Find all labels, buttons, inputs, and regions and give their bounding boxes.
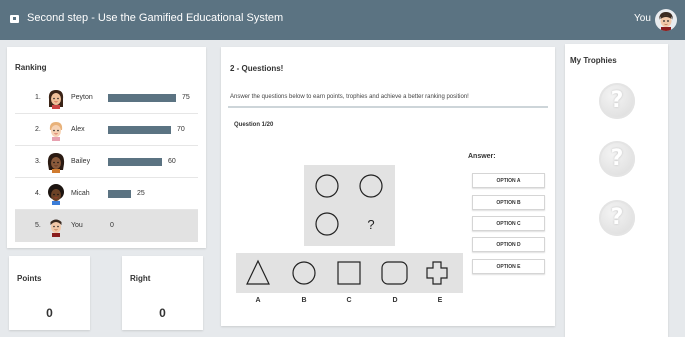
locked-trophy-icon: ? [599, 200, 635, 236]
right-value: 0 [159, 306, 166, 320]
pattern-missing-mark: ? [367, 217, 374, 232]
question-pattern-grid: ? [304, 165, 395, 246]
questions-panel: 2 - Questions! Answer the questions belo… [221, 47, 555, 326]
avatar-peyton-icon [46, 87, 66, 109]
option-a-button[interactable]: OPTION A [472, 173, 545, 188]
questions-title: 2 - Questions! [230, 64, 284, 73]
points-card: Points 0 [9, 256, 90, 330]
user-label: You [634, 13, 651, 24]
option-c-button[interactable]: OPTION C [472, 216, 545, 231]
question-number: Question 1/20 [234, 122, 274, 128]
triangle-icon [246, 259, 270, 285]
avatar-bailey-icon [46, 151, 66, 173]
score-bar [108, 190, 131, 198]
ranking-row: 2. Alex 70 [15, 114, 198, 146]
top-bar: Second step - Use the Gamified Education… [0, 0, 685, 40]
ranking-panel: Ranking 1. Peyton 75 2. Alex 70 3. Baile… [7, 47, 206, 248]
questions-instructions: Answer the questions below to earn point… [230, 94, 469, 100]
pattern-circle-icon [359, 174, 383, 198]
ranking-score: 60 [168, 158, 176, 165]
avatar-alex-icon [46, 119, 66, 141]
divider [228, 106, 548, 108]
pattern-circle-icon [315, 212, 339, 236]
option-letter: E [437, 297, 443, 304]
app-icon [10, 15, 19, 23]
option-e-button[interactable]: OPTION E [472, 259, 545, 274]
ranking-score: 75 [182, 94, 190, 101]
ranking-score: 70 [177, 126, 185, 133]
right-card: Right 0 [122, 256, 203, 330]
locked-trophy-icon: ? [599, 141, 635, 177]
option-letter: B [301, 297, 307, 304]
answer-title: Answer: [468, 153, 496, 160]
ranking-score: 0 [110, 222, 114, 229]
answer-shapes-strip [236, 253, 463, 293]
ranking-name: Peyton [71, 94, 93, 101]
option-d-button[interactable]: OPTION D [472, 237, 545, 252]
ranking-name: Bailey [71, 158, 91, 165]
ranking-row-self: 5. You 0 [15, 210, 198, 242]
circle-icon [292, 261, 316, 285]
ranking-title: Ranking [15, 63, 47, 72]
option-letter: A [255, 297, 261, 304]
pattern-circle-icon [315, 174, 339, 198]
option-letter: C [346, 297, 352, 304]
cross-icon [426, 261, 448, 285]
ranking-row: 1. Peyton 75 [15, 82, 198, 114]
ranking-name: Alex [71, 126, 85, 133]
score-bar [108, 94, 176, 102]
ranking-name: You [71, 222, 83, 229]
avatar-micah-icon [46, 183, 66, 205]
option-b-button[interactable]: OPTION B [472, 195, 545, 210]
trophies-title: My Trophies [570, 56, 617, 65]
points-label: Points [17, 274, 42, 283]
ranking-row: 4. Micah 25 [15, 178, 198, 210]
trophies-panel: My Trophies ? ? ? [565, 44, 668, 337]
user-avatar-icon[interactable] [655, 9, 677, 31]
locked-trophy-icon: ? [599, 83, 635, 119]
rank-position: 3. [35, 158, 41, 165]
ranking-name: Micah [71, 190, 90, 197]
score-bar [108, 126, 171, 134]
rank-position: 1. [35, 94, 41, 101]
avatar-you-icon [46, 215, 66, 237]
right-label: Right [130, 274, 151, 283]
ranking-row: 3. Bailey 60 [15, 146, 198, 178]
rank-position: 2. [35, 126, 41, 133]
square-icon [337, 261, 361, 285]
points-value: 0 [46, 306, 53, 320]
page-title: Second step - Use the Gamified Education… [27, 12, 284, 24]
score-bar [108, 158, 162, 166]
option-letter: D [392, 297, 398, 304]
rank-position: 5. [35, 222, 41, 229]
rank-position: 4. [35, 190, 41, 197]
ranking-score: 25 [137, 190, 145, 197]
rounded-square-icon [381, 261, 408, 285]
